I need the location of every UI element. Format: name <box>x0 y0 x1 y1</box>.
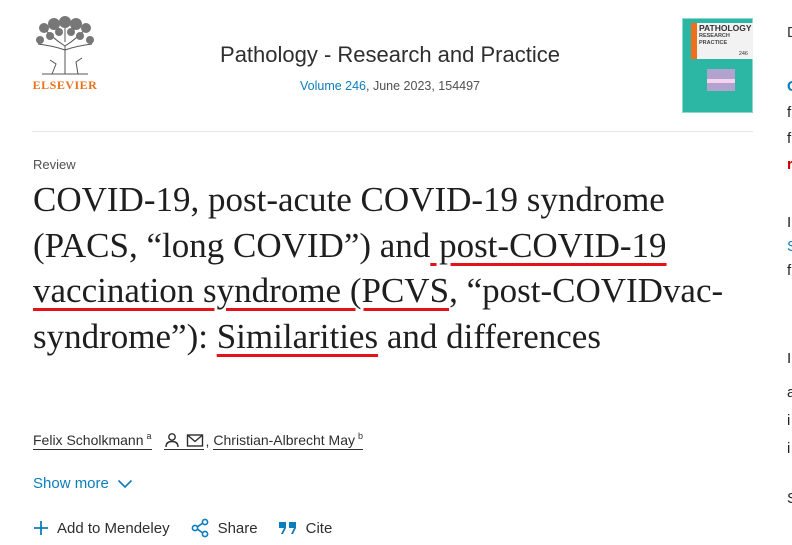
cover-subtitle: RESEARCH PRACTICE <box>699 33 730 46</box>
journal-meta: Volume 246, June 2023, 154497 <box>120 79 660 93</box>
action-bar: Add to Mendeley Share Cite <box>33 518 352 538</box>
publisher-name: ELSEVIER <box>32 78 98 92</box>
author-link[interactable]: Felix Scholkmann a <box>33 431 152 450</box>
title-part-highlighted: Similarities <box>216 316 379 356</box>
header-divider <box>32 131 753 132</box>
elsevier-tree-logo-icon <box>36 16 94 75</box>
share-icon <box>191 518 208 538</box>
chevron-down-icon <box>117 479 132 488</box>
sidebar-fragment: i <box>787 440 791 457</box>
author-list: Felix Scholkmann a , Christian-Albrecht M… <box>33 431 364 450</box>
sidebar-fragment: r <box>787 156 792 173</box>
cover-number: 246 <box>738 51 748 57</box>
plus-icon <box>34 521 48 535</box>
sidebar-fragment: D <box>787 24 792 42</box>
sidebar-fragment: I <box>787 214 792 231</box>
sidebar-fragment: S <box>787 490 792 508</box>
sidebar-fragment: i <box>787 412 791 429</box>
show-more-button[interactable]: Show more <box>33 475 133 492</box>
corresponding-author-icons[interactable] <box>163 432 204 450</box>
author-link[interactable]: Christian-Albrecht May b <box>213 431 364 450</box>
author-separator: , <box>205 432 210 449</box>
show-more-label: Show more <box>33 475 109 492</box>
cite-button[interactable]: Cite <box>278 520 332 537</box>
sidebar-fragment: f <box>787 130 792 147</box>
article-type: Review <box>33 157 76 172</box>
journal-cover-image[interactable]: PATHOLOGY RESEARCH PRACTICE 246 <box>682 18 753 113</box>
sidebar-fragment: f <box>787 262 792 279</box>
issue-info: , June 2023, 154497 <box>366 79 481 93</box>
volume-link[interactable]: Volume 246 <box>300 79 366 93</box>
title-part: and differences <box>378 316 601 356</box>
person-icon <box>164 432 179 447</box>
sidebar-fragment: f <box>787 104 792 121</box>
quote-icon <box>278 522 296 534</box>
sidebar-fragment: C <box>787 78 792 96</box>
share-button[interactable]: Share <box>190 518 258 538</box>
sidebar-fragment: S <box>787 238 792 256</box>
email-icon <box>186 433 203 447</box>
article-title: COVID-19, post-acute COVID-19 syndrome (… <box>33 177 753 359</box>
sidebar-fragment: I <box>787 350 792 367</box>
sidebar-fragment: a <box>787 384 792 401</box>
add-to-mendeley-button[interactable]: Add to Mendeley <box>33 520 170 537</box>
cover-title: PATHOLOGY <box>699 23 752 33</box>
journal-title[interactable]: Pathology - Research and Practice <box>120 42 660 68</box>
